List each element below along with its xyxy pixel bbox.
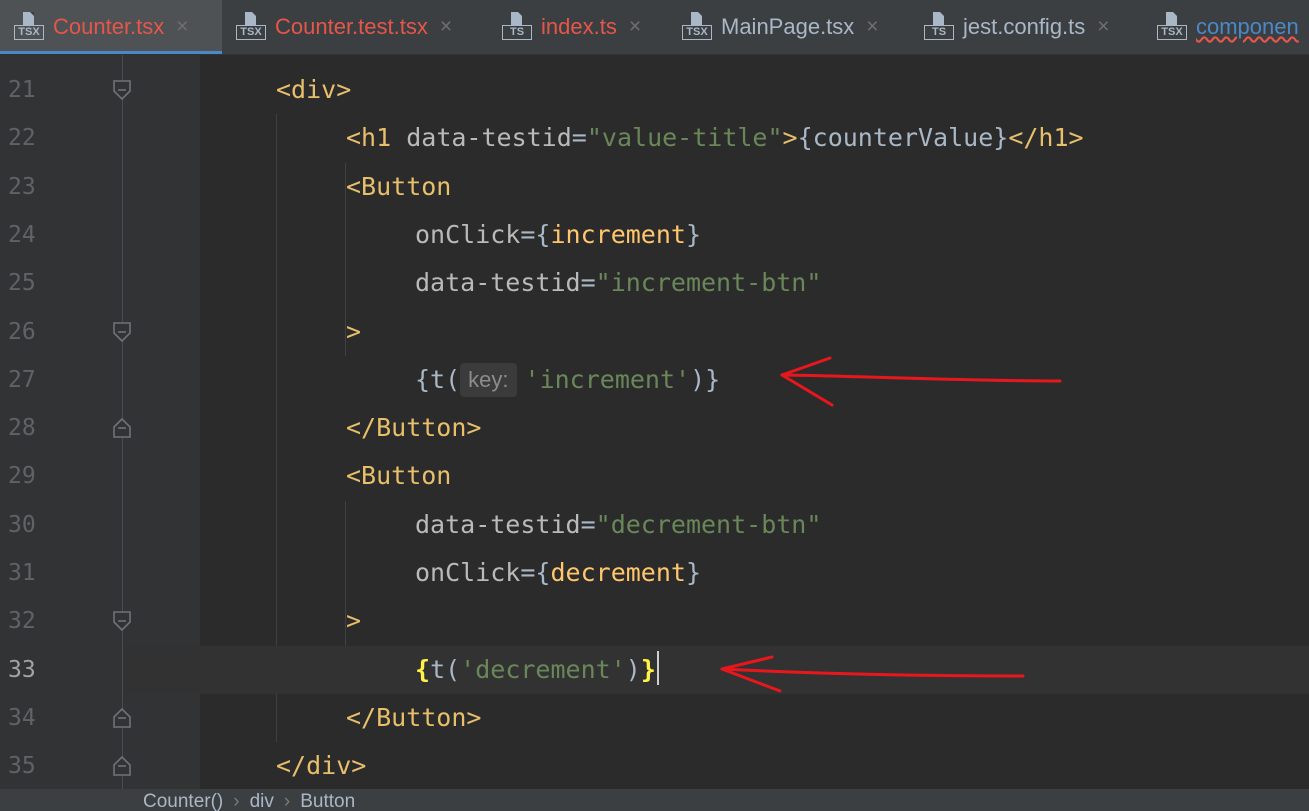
red-arrow-line-27: [780, 356, 1062, 407]
close-tab-icon[interactable]: ×: [1097, 15, 1109, 39]
status-breadcrumb-bar: Counter() › div › Button: [0, 789, 1309, 811]
breadcrumb-item[interactable]: Counter(): [143, 791, 223, 811]
breadcrumb-separator-icon: ›: [283, 791, 291, 811]
ts-file-icon: TS: [924, 12, 954, 42]
breadcrumb-item[interactable]: div: [250, 791, 274, 811]
ts-file-icon: TS: [502, 12, 532, 42]
breadcrumb-item[interactable]: Button: [300, 791, 355, 811]
editor-tab-bar: TSX Counter.tsx × TSX Counter.test.tsx × TS ind…: [0, 0, 1309, 55]
tsx-file-icon: TSX: [1157, 12, 1187, 42]
breadcrumb-separator-icon: ›: [233, 791, 240, 811]
tab-label: Counter.test.tsx: [275, 14, 428, 39]
tab-label: index.ts: [541, 14, 617, 39]
tab-mainpage-tsx[interactable]: TSX MainPage.tsx ×: [668, 0, 910, 54]
red-arrow-line-33: [720, 655, 1025, 693]
tsx-file-icon: TSX: [14, 12, 44, 42]
close-tab-icon[interactable]: ×: [629, 15, 641, 39]
tab-label: MainPage.tsx: [721, 14, 855, 39]
tab-label: jest.config.ts: [963, 14, 1086, 39]
close-tab-icon[interactable]: ×: [176, 15, 188, 39]
tsx-file-icon: TSX: [682, 12, 712, 42]
tab-counter-tsx[interactable]: TSX Counter.tsx ×: [0, 0, 222, 54]
tsx-file-icon: TSX: [236, 12, 266, 42]
annotation-arrows: [720, 356, 1062, 693]
tab-index-ts[interactable]: TS index.ts ×: [488, 0, 668, 54]
close-tab-icon[interactable]: ×: [866, 15, 878, 39]
tab-jest-config-ts[interactable]: TS jest.config.ts ×: [910, 0, 1143, 54]
close-tab-icon[interactable]: ×: [440, 15, 452, 39]
tab-label: Counter.tsx: [53, 14, 165, 39]
code-editor[interactable]: 21 22 23 24 25 26 27 28 29 30 31 32 33 34 35 <div> <h1 …: [0, 55, 1309, 789]
breadcrumb: Counter() › div › Button: [143, 791, 355, 811]
tab-label: componen: [1196, 14, 1299, 39]
tab-componen[interactable]: TSX componen: [1143, 0, 1309, 54]
tab-counter-test-tsx[interactable]: TSX Counter.test.tsx ×: [222, 0, 488, 54]
